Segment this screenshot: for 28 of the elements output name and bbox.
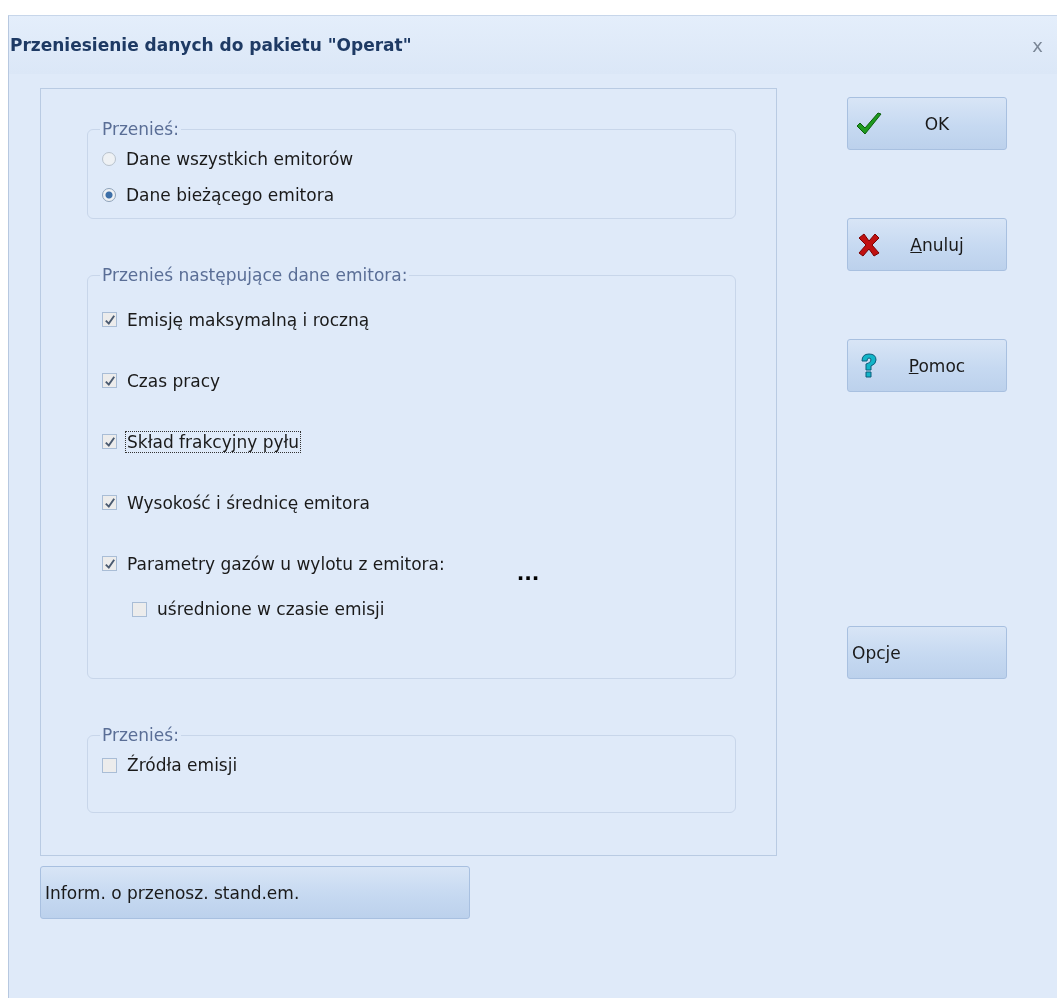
info-button[interactable]: Inform. o przenosz. stand.em. — [40, 866, 470, 919]
checkbox[interactable] — [102, 373, 117, 388]
checkbox-label: Skład frakcyjny pyłu — [125, 430, 302, 453]
checkbox[interactable] — [132, 601, 147, 617]
checkbox-label: Wysokość i średnicę emitora — [126, 491, 371, 514]
checkbox-label: Parametry gazów u wylotu z emitora: — [126, 552, 446, 575]
group-legend: Przenieś: — [100, 119, 181, 139]
radio-button[interactable] — [102, 188, 116, 202]
radio-label: Dane bieżącego emitora — [125, 184, 336, 206]
checkbox[interactable] — [102, 495, 117, 510]
help-button[interactable]: Pomoc — [847, 339, 1007, 392]
checkbox[interactable] — [102, 312, 117, 327]
checkbox-label: Czas pracy — [126, 369, 222, 392]
options-button[interactable]: Opcje — [847, 626, 1007, 679]
radio-button[interactable] — [102, 152, 116, 166]
checkbox-label: Emisję maksymalną i roczną — [126, 308, 371, 331]
checkbox[interactable] — [102, 556, 117, 571]
ok-button[interactable]: OK — [847, 97, 1007, 150]
more-button[interactable]: ... — [516, 560, 540, 585]
group-legend: Przenieś: — [100, 725, 181, 745]
checkbox-label: uśrednione w czasie emisji — [156, 598, 386, 620]
cancel-button[interactable]: Anuluj — [847, 218, 1007, 271]
checkbox[interactable] — [102, 434, 117, 449]
group-legend: Przenieś następujące dane emitora: — [100, 265, 410, 285]
checkbox-label: Źródła emisji — [126, 754, 239, 776]
window-title: Przeniesienie danych do pakietu "Operat" — [10, 35, 412, 55]
checkbox[interactable] — [102, 757, 117, 773]
radio-label: Dane wszystkich emitorów — [125, 148, 355, 170]
